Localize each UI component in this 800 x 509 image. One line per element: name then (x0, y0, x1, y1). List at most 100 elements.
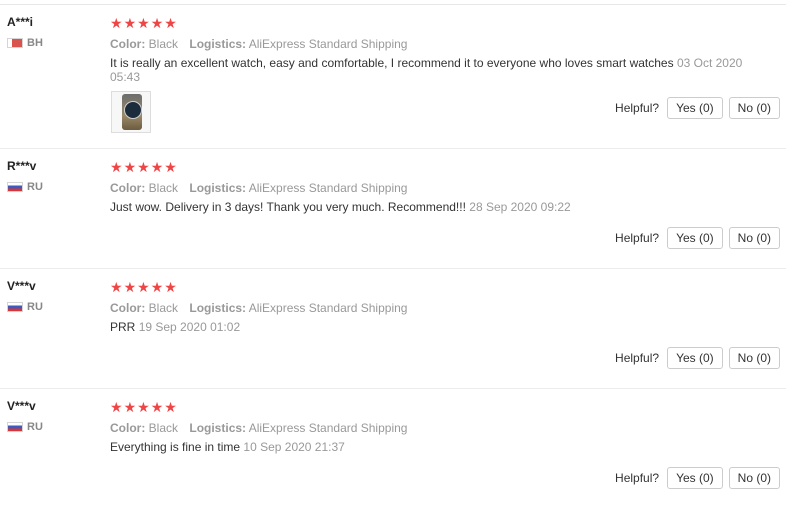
yes-button[interactable]: Yes (0) (667, 227, 723, 249)
review-content: ★ ★ ★ ★ ★ Color: Black Logistics: AliExp… (110, 279, 750, 334)
star-icon: ★ (110, 159, 123, 175)
review-text: PRR (110, 320, 136, 334)
star-icon: ★ (123, 159, 137, 175)
no-button[interactable]: No (0) (728, 347, 780, 369)
review-item: R***v RU ★ ★ ★ ★ ★ Color: Black Logistic… (0, 149, 786, 269)
star-icon: ★ (110, 279, 123, 295)
star-icon: ★ (137, 159, 150, 175)
logistics-value: AliExpress Standard Shipping (248, 37, 408, 51)
logistics-label: Logistics: (189, 37, 247, 51)
watch-face (124, 101, 142, 119)
yes-button[interactable]: Yes (0) (667, 97, 723, 119)
review-content: ★ ★ ★ ★ ★ Color: Black Logistics: AliExp… (110, 399, 750, 454)
country-code: RU (27, 181, 43, 193)
review-item: A***i BH ★ ★ ★ ★ ★ Color: Black Logistic… (0, 5, 786, 149)
color-value: Black (148, 301, 179, 315)
star-icon: ★ (164, 279, 177, 295)
helpful-vote: Helpful? Yes (0) No (0) (615, 347, 780, 369)
review-content: ★ ★ ★ ★ ★ Color: Black Logistics: AliExp… (110, 159, 750, 214)
bahrain-flag-icon (7, 38, 23, 48)
star-icon: ★ (150, 399, 164, 415)
helpful-vote: Helpful? Yes (0) No (0) (615, 97, 780, 119)
color-label: Color: (110, 37, 146, 51)
star-rating: ★ ★ ★ ★ ★ (110, 15, 750, 31)
no-button[interactable]: No (0) (728, 97, 780, 119)
star-icon: ★ (123, 15, 137, 31)
star-icon: ★ (137, 399, 150, 415)
russia-flag-icon (7, 302, 23, 312)
review-photo-thumbnail[interactable] (111, 91, 151, 133)
country-code: RU (27, 421, 43, 433)
star-icon: ★ (123, 279, 137, 295)
review-date: 19 Sep 2020 01:02 (138, 320, 241, 334)
star-icon: ★ (164, 399, 177, 415)
logistics-label: Logistics: (189, 301, 247, 315)
reviewer-country: BH (7, 37, 43, 49)
star-icon: ★ (123, 399, 137, 415)
star-icon: ★ (164, 15, 177, 31)
review-text: It is really an excellent watch, easy an… (110, 56, 674, 70)
review-text-block: Everything is fine in time 10 Sep 2020 2… (110, 440, 750, 454)
star-icon: ★ (110, 15, 123, 31)
logistics-label: Logistics: (189, 181, 247, 195)
star-rating: ★ ★ ★ ★ ★ (110, 279, 750, 295)
review-item: V***v RU ★ ★ ★ ★ ★ Color: Black Logistic… (0, 389, 786, 509)
russia-flag-icon (7, 182, 23, 192)
helpful-label: Helpful? (615, 101, 660, 115)
star-icon: ★ (137, 15, 150, 31)
color-value: Black (148, 421, 179, 435)
color-value: Black (148, 181, 179, 195)
helpful-vote: Helpful? Yes (0) No (0) (615, 467, 780, 489)
helpful-label: Helpful? (615, 471, 660, 485)
review-date: 28 Sep 2020 09:22 (469, 200, 571, 214)
logistics-value: AliExpress Standard Shipping (248, 421, 408, 435)
reviewer-name: R***v (7, 159, 37, 173)
review-item: V***v RU ★ ★ ★ ★ ★ Color: Black Logistic… (0, 269, 786, 389)
color-label: Color: (110, 181, 146, 195)
order-info: Color: Black Logistics: AliExpress Stand… (110, 420, 750, 436)
reviewer-name: V***v (7, 399, 36, 413)
order-info: Color: Black Logistics: AliExpress Stand… (110, 300, 750, 316)
star-icon: ★ (150, 15, 164, 31)
star-rating: ★ ★ ★ ★ ★ (110, 159, 750, 175)
order-info: Color: Black Logistics: AliExpress Stand… (110, 36, 750, 52)
country-code: BH (27, 37, 43, 49)
review-text-block: Just wow. Delivery in 3 days! Thank you … (110, 200, 750, 214)
no-button[interactable]: No (0) (728, 227, 780, 249)
logistics-value: AliExpress Standard Shipping (248, 301, 408, 315)
reviewer-info: V***v RU (7, 399, 43, 433)
no-button[interactable]: No (0) (728, 467, 780, 489)
reviewer-country: RU (7, 421, 43, 433)
reviewer-info: A***i BH (7, 15, 43, 49)
star-icon: ★ (110, 399, 123, 415)
helpful-vote: Helpful? Yes (0) No (0) (615, 227, 780, 249)
reviewer-country: RU (7, 181, 43, 193)
star-icon: ★ (150, 159, 164, 175)
logistics-value: AliExpress Standard Shipping (248, 181, 408, 195)
helpful-label: Helpful? (615, 351, 660, 365)
review-text: Just wow. Delivery in 3 days! Thank you … (110, 200, 466, 214)
yes-button[interactable]: Yes (0) (667, 347, 723, 369)
star-icon: ★ (164, 159, 177, 175)
star-icon: ★ (137, 279, 150, 295)
reviewer-info: R***v RU (7, 159, 43, 193)
review-date: 10 Sep 2020 21:37 (243, 440, 345, 454)
reviewer-name: A***i (7, 15, 34, 29)
reviewer-country: RU (7, 301, 43, 313)
review-content: ★ ★ ★ ★ ★ Color: Black Logistics: AliExp… (110, 15, 750, 84)
logistics-label: Logistics: (189, 421, 247, 435)
russia-flag-icon (7, 422, 23, 432)
reviewer-info: V***v RU (7, 279, 43, 313)
yes-button[interactable]: Yes (0) (667, 467, 723, 489)
star-rating: ★ ★ ★ ★ ★ (110, 399, 750, 415)
color-label: Color: (110, 421, 146, 435)
country-code: RU (27, 301, 43, 313)
star-icon: ★ (150, 279, 164, 295)
review-text-block: PRR 19 Sep 2020 01:02 (110, 320, 750, 334)
color-value: Black (148, 37, 179, 51)
reviewer-name: V***v (7, 279, 36, 293)
helpful-label: Helpful? (615, 231, 660, 245)
review-text: Everything is fine in time (110, 440, 241, 454)
color-label: Color: (110, 301, 146, 315)
order-info: Color: Black Logistics: AliExpress Stand… (110, 180, 750, 196)
